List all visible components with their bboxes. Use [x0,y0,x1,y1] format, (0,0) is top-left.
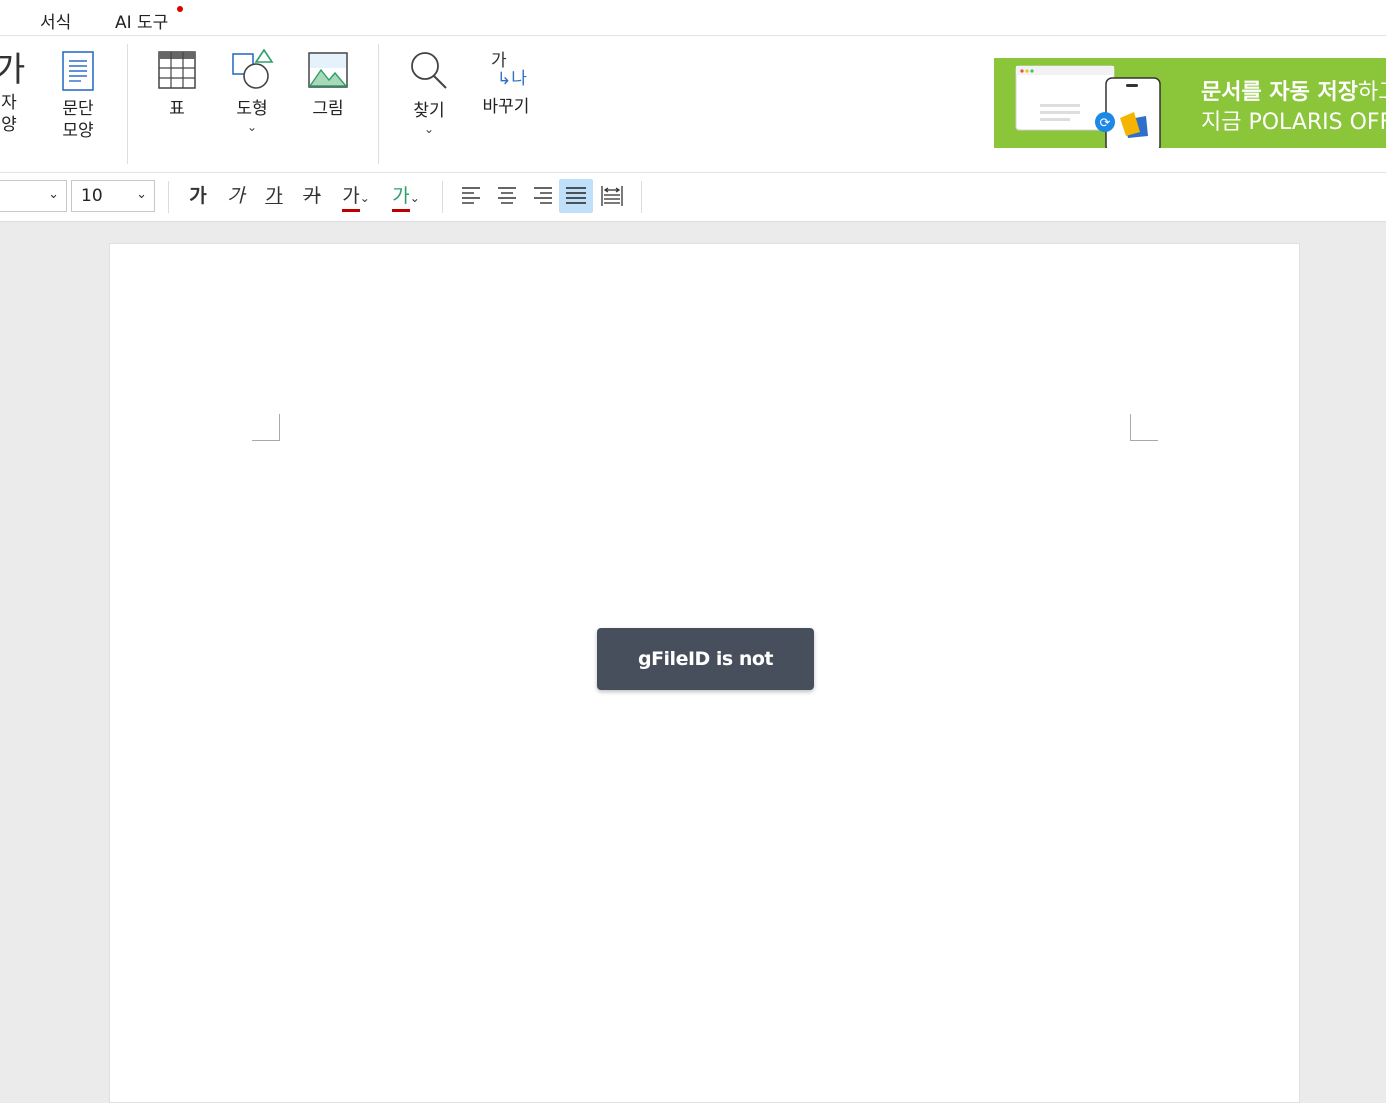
chevron-down-icon: ⌄ [136,187,147,202]
align-justify-icon [566,187,586,204]
banner-illustration-icon: ⟳ [1015,65,1161,148]
paragraph-shape-button[interactable]: 문단 모양 [55,50,101,142]
promo-banner[interactable]: ⟳ 문서를 자동 저장하고 지금 POLARIS OFFICE [994,58,1386,148]
bold-button[interactable]: 가 [184,179,212,213]
highlight-button[interactable]: 가⌄ [384,179,428,213]
toolbar-divider [641,181,642,213]
align-distribute-icon [601,186,623,206]
align-justify-button[interactable] [559,179,593,213]
replace-button[interactable]: 가 ↳나 바꾸기 [476,50,536,118]
paragraph-icon [62,51,94,91]
font-name-select[interactable]: ⌄ [0,180,67,212]
table-icon [158,51,196,89]
italic-button[interactable]: 가 [222,179,250,213]
align-left-icon [462,187,480,204]
format-toolbar: ⌄ 10 ⌄ 가 가 가 가 가⌄ 가⌄ [0,173,1386,222]
replace-label: 바꾸기 [482,97,530,117]
distribute-button[interactable] [597,179,627,213]
menu-bar: 서식 AI 도구 [0,0,1386,36]
picture-icon [308,52,348,88]
strikethrough-button[interactable]: 가 [298,179,326,213]
font-color-icon: 가 [342,183,360,212]
notification-dot [177,6,183,12]
banner-headline: 문서를 자동 저장하고 [1201,80,1386,105]
table-button[interactable]: 표 [154,50,200,120]
ribbon-divider [378,44,379,164]
char-shape-label: 자 양 [1,93,17,135]
chevron-down-icon[interactable]: ⌄ [406,123,452,135]
align-center-button[interactable] [492,179,522,213]
align-center-icon [498,187,516,204]
font-color-button[interactable]: 가⌄ [334,179,378,213]
align-right-button[interactable] [528,179,558,213]
error-toast: gFileID is not defined [597,628,814,732]
toolbar-divider [442,181,443,213]
chevron-down-icon[interactable]: ⌄ [360,191,370,205]
picture-label: 그림 [312,99,344,119]
font-size-select[interactable]: 10 ⌄ [71,180,155,212]
margin-corner-marker [252,414,280,441]
align-right-icon [534,187,552,204]
ribbon: 가 자 양 문단 모양 표 도형 ⌄ 그림 찾기 ⌄ 가 ↳나 바꾸기 ⟳ 문서… [0,36,1386,173]
char-shape-button[interactable]: 가 자 양 [0,50,26,136]
underline-button[interactable]: 가 [260,179,288,213]
replace-icon: 가 ↳나 [491,51,527,89]
find-button[interactable]: 찾기 ⌄ [406,50,452,135]
font-size-value: 10 [81,186,103,206]
shape-label: 도형 [236,99,268,119]
chevron-down-icon[interactable]: ⌄ [228,121,276,133]
char-shape-icon: 가 [0,50,26,90]
picture-button[interactable]: 그림 [305,50,351,120]
find-label: 찾기 [413,101,445,121]
shape-button[interactable]: 도형 ⌄ [228,48,276,133]
banner-subline: 지금 POLARIS OFFICE [1201,110,1386,135]
toolbar-divider [168,181,169,213]
svg-text:⟳: ⟳ [1100,116,1111,131]
chevron-down-icon[interactable]: ⌄ [410,191,420,205]
shape-icon [232,48,274,89]
menu-ai-tools[interactable]: AI 도구 [115,8,168,33]
chevron-down-icon: ⌄ [48,187,59,202]
table-label: 표 [169,99,185,119]
magnifier-icon [411,52,447,89]
align-left-button[interactable] [456,179,486,213]
highlight-icon: 가 [392,183,410,212]
margin-corner-marker [1130,414,1158,441]
ribbon-divider [127,44,128,164]
paragraph-shape-label: 문단 모양 [62,99,94,141]
menu-format[interactable]: 서식 [40,8,71,33]
